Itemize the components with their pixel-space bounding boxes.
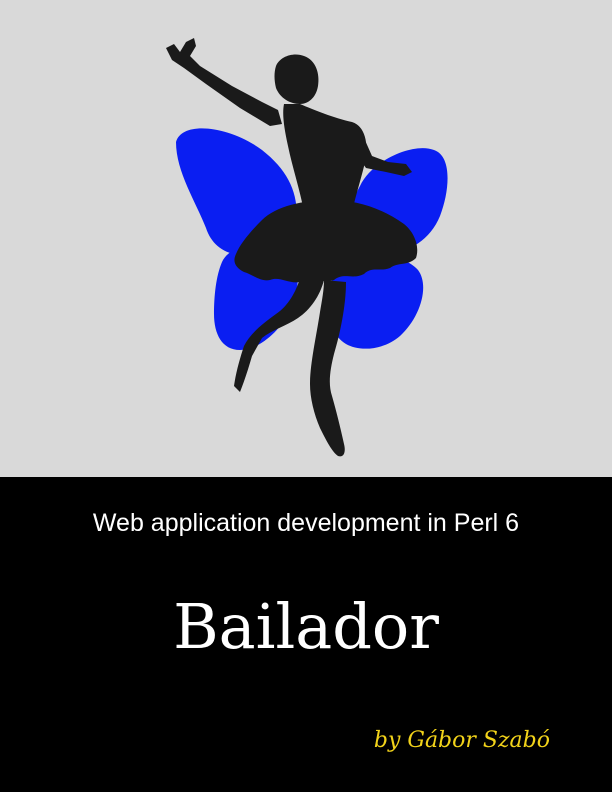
book-subtitle: Web application development in Perl 6 xyxy=(92,509,520,537)
cover-art-panel xyxy=(0,0,612,477)
book-title: Bailador xyxy=(173,590,439,663)
book-cover: Web application development in Perl 6 Ba… xyxy=(0,0,612,792)
cover-text-panel: Web application development in Perl 6 Ba… xyxy=(0,477,612,792)
dancer-silhouette xyxy=(166,38,418,457)
book-author: by Gábor Szabó xyxy=(373,728,550,753)
butterfly-dancer-icon xyxy=(166,38,448,457)
